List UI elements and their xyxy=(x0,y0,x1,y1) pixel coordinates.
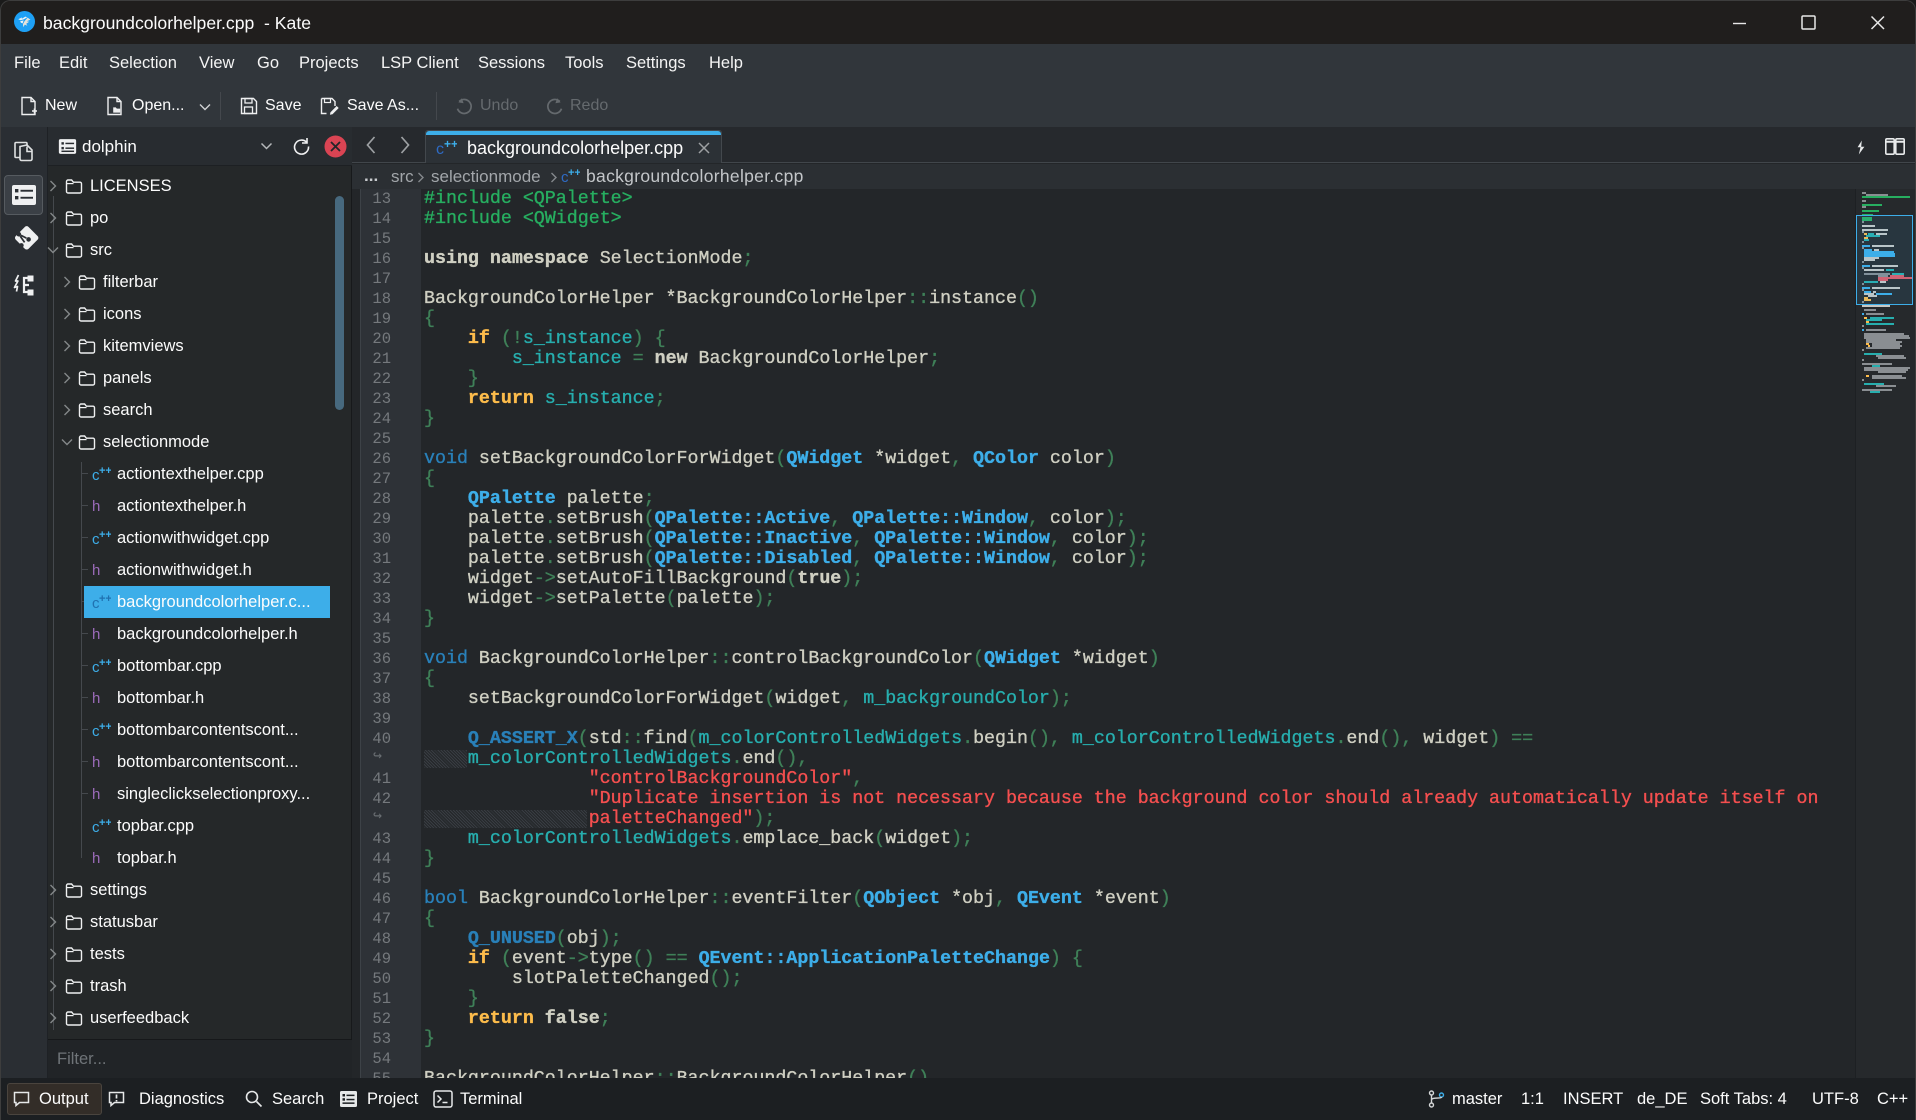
svg-text:h: h xyxy=(92,754,100,771)
svg-text:++: ++ xyxy=(99,721,111,733)
svg-text:c: c xyxy=(436,141,444,158)
svg-text:++: ++ xyxy=(99,817,111,829)
svg-text:h: h xyxy=(92,850,100,867)
svg-text:++: ++ xyxy=(99,465,111,477)
svg-text:++: ++ xyxy=(99,657,111,669)
svg-text:h: h xyxy=(92,690,100,707)
svg-text:++: ++ xyxy=(444,138,457,151)
svg-text:++: ++ xyxy=(99,593,111,605)
svg-text:h: h xyxy=(92,562,100,579)
svg-text:h: h xyxy=(92,626,100,643)
svg-text:h: h xyxy=(92,786,100,803)
svg-text:h: h xyxy=(92,498,100,515)
svg-text:++: ++ xyxy=(568,167,580,179)
svg-text:++: ++ xyxy=(99,529,111,541)
